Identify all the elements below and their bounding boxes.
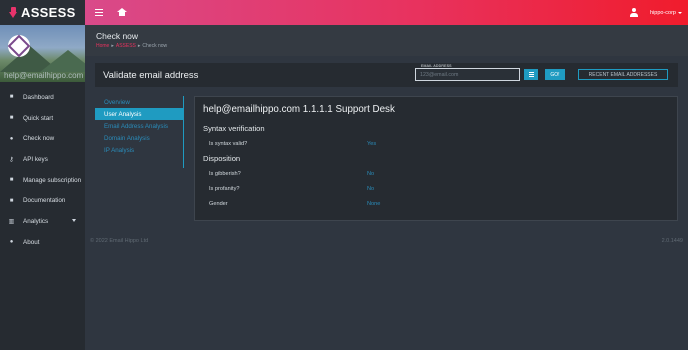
brand[interactable]: ASSESS bbox=[0, 0, 85, 25]
gibberish-label: Is gibberish? bbox=[209, 171, 241, 177]
check-icon: ● bbox=[9, 135, 14, 142]
sidebar-item-label: Manage subscription bbox=[23, 176, 82, 184]
validate-panel: Validate email address EMAIL ADDRESS GO!… bbox=[95, 63, 678, 87]
user-icon bbox=[630, 8, 638, 17]
sidebar-item-api-keys[interactable]: ⚷ API keys bbox=[0, 149, 85, 170]
footer-copyright: © 2022 Email Hippo Ltd bbox=[90, 238, 149, 244]
home-icon[interactable] bbox=[117, 8, 127, 17]
breadcrumb-separator-icon: ▸ bbox=[111, 43, 114, 49]
profanity-value: No bbox=[367, 186, 375, 192]
results-panel: help@emailhippo.com 1.1.1.1 Support Desk… bbox=[194, 96, 678, 221]
quick-start-icon: ■ bbox=[9, 115, 14, 122]
results-title: help@emailhippo.com 1.1.1.1 Support Desk bbox=[203, 104, 395, 115]
email-field: EMAIL ADDRESS bbox=[415, 64, 520, 81]
sidebar-item-label: Documentation bbox=[23, 197, 66, 205]
brand-name: ASSESS bbox=[21, 5, 76, 20]
disposition-heading: Disposition bbox=[203, 154, 241, 163]
chevron-down-icon bbox=[72, 219, 76, 223]
user-name: hippo-corp bbox=[650, 9, 676, 16]
sidebar-item-label: Check now bbox=[23, 135, 55, 143]
key-icon: ⚷ bbox=[9, 156, 14, 163]
document-icon: ■ bbox=[9, 197, 14, 204]
tab-email-address-analysis[interactable]: Email Address Analysis bbox=[95, 120, 183, 132]
subscription-icon: ■ bbox=[9, 177, 14, 184]
chevron-down-icon bbox=[678, 11, 682, 14]
list-button[interactable] bbox=[524, 69, 538, 80]
top-bar: hippo-corp bbox=[85, 0, 688, 25]
tab-user-analysis[interactable]: User Analysis bbox=[95, 108, 183, 120]
sidebar-item-label: Analytics bbox=[23, 217, 49, 225]
go-button[interactable]: GO! bbox=[545, 69, 565, 80]
sidebar-item-label: API keys bbox=[23, 155, 48, 163]
email-input[interactable] bbox=[416, 69, 519, 80]
page-header: Check now Home ▸ ASSESS ▸ Check now bbox=[85, 25, 688, 56]
sidebar-item-label: About bbox=[23, 238, 40, 246]
validate-title: Validate email address bbox=[103, 69, 199, 81]
tab-ip-analysis[interactable]: IP Analysis bbox=[95, 144, 183, 156]
list-icon bbox=[528, 72, 534, 73]
syntax-valid-value: Yes bbox=[367, 141, 377, 147]
tab-domain-analysis[interactable]: Domain Analysis bbox=[95, 132, 183, 144]
profile-banner: help@emailhippo.com bbox=[0, 25, 85, 82]
menu-icon[interactable] bbox=[95, 9, 103, 16]
recent-email-addresses-button[interactable]: RECENT EMAIL ADDRESSES bbox=[578, 69, 668, 80]
mountain-graphic bbox=[40, 50, 85, 72]
analytics-icon: ▥ bbox=[8, 218, 15, 225]
breadcrumb-separator-icon: ▸ bbox=[137, 43, 141, 49]
syntax-valid-label: Is syntax valid? bbox=[209, 141, 248, 147]
breadcrumb-current: Check now bbox=[142, 43, 168, 49]
sidebar-item-documentation[interactable]: ■ Documentation bbox=[0, 190, 85, 211]
sidebar-item-manage-subscription[interactable]: ■ Manage subscription bbox=[0, 170, 85, 191]
sidebar: ASSESS help@emailhippo.com ■ Dashboard ■… bbox=[0, 0, 85, 350]
sidebar-item-about[interactable]: ● About bbox=[0, 232, 85, 253]
sidebar-item-analytics[interactable]: ▥ Analytics bbox=[0, 211, 85, 232]
breadcrumb-home[interactable]: Home bbox=[96, 43, 109, 49]
footer-version: 2.0.1449 bbox=[661, 238, 683, 244]
profile-handle: help@emailhippo.com bbox=[4, 71, 84, 80]
sidebar-item-quick-start[interactable]: ■ Quick start bbox=[0, 108, 85, 129]
sidebar-item-dashboard[interactable]: ■ Dashboard bbox=[0, 87, 85, 108]
user-menu[interactable]: hippo-corp bbox=[630, 0, 682, 25]
gender-label: Gender bbox=[209, 201, 228, 207]
email-label: EMAIL ADDRESS bbox=[420, 64, 453, 68]
avatar[interactable] bbox=[8, 35, 30, 57]
breadcrumb-assess[interactable]: ASSESS bbox=[116, 43, 136, 49]
page-title: Check now bbox=[96, 31, 139, 41]
breadcrumb: Home ▸ ASSESS ▸ Check now bbox=[96, 43, 688, 49]
info-icon: ● bbox=[9, 239, 14, 246]
gibberish-value: No bbox=[367, 171, 375, 177]
sidebar-item-label: Dashboard bbox=[23, 93, 54, 101]
assess-logo-icon bbox=[9, 7, 18, 18]
sidebar-nav: ■ Dashboard ■ Quick start ● Check now ⚷ … bbox=[0, 87, 85, 253]
sidebar-item-check-now[interactable]: ● Check now bbox=[0, 128, 85, 149]
gender-value: None bbox=[367, 201, 381, 207]
analysis-subnav: Overview User Analysis Email Address Ana… bbox=[95, 96, 184, 168]
dashboard-icon: ■ bbox=[9, 94, 14, 101]
tab-overview[interactable]: Overview bbox=[95, 96, 183, 108]
profanity-label: Is profanity? bbox=[209, 186, 240, 192]
sidebar-item-label: Quick start bbox=[23, 114, 54, 122]
syntax-heading: Syntax verification bbox=[203, 124, 265, 133]
